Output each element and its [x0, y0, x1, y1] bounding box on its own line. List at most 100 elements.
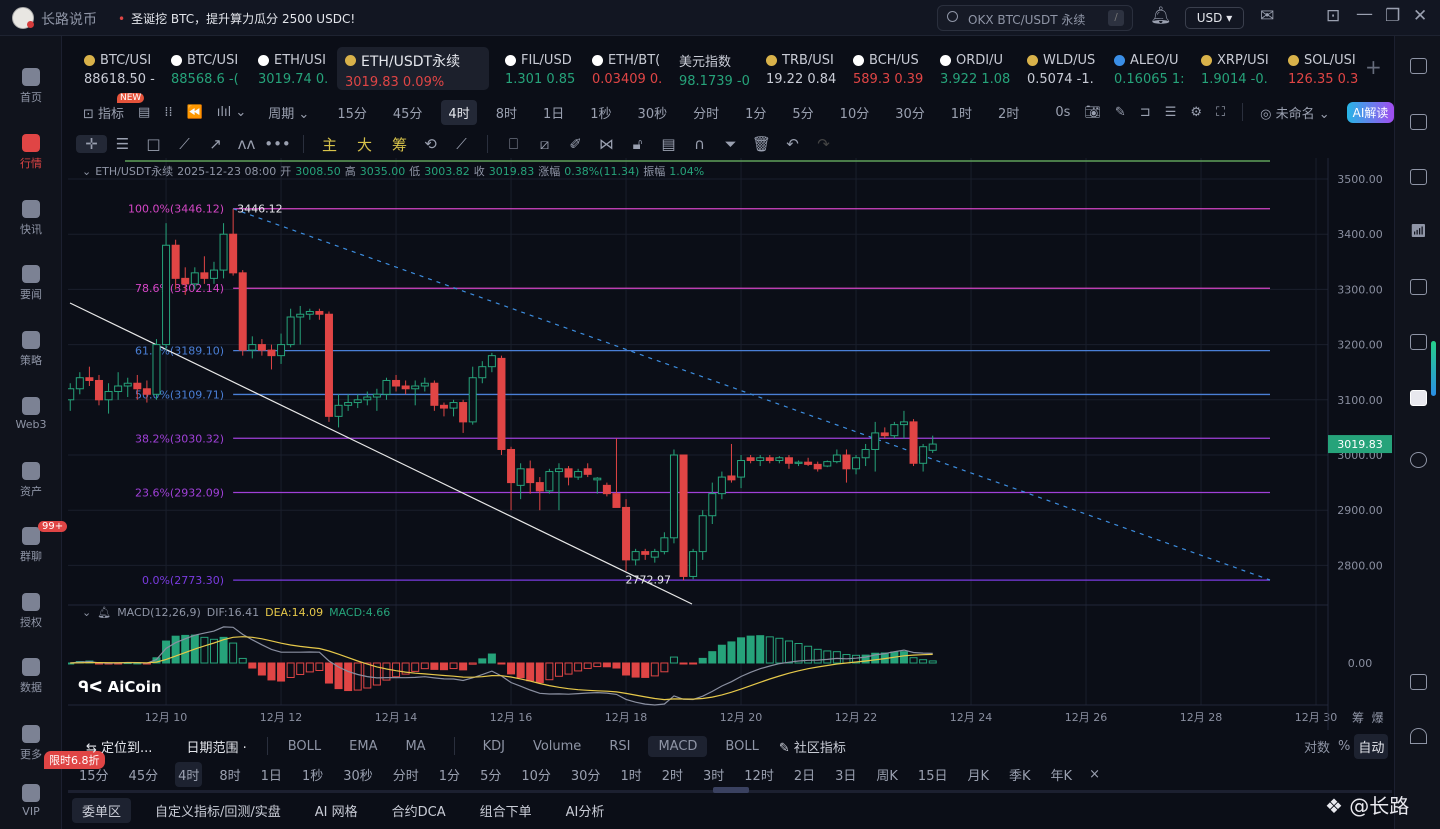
bottom-timeframe-2日[interactable]: 2日 — [791, 762, 818, 787]
auto-scale-toggle[interactable]: 自动 — [1354, 733, 1389, 759]
bottom-tab-5[interactable]: AI分析 — [556, 798, 615, 823]
trash-icon[interactable]: 🗑︎ — [746, 135, 777, 153]
main-force-button[interactable]: 主 — [314, 134, 345, 155]
pen-icon[interactable]: ✎ — [1108, 102, 1133, 123]
ruler-icon[interactable]: ⧄ — [529, 135, 560, 153]
timeframe-5分[interactable]: 5分 — [785, 100, 820, 125]
timeframe-1时[interactable]: 1时 — [944, 100, 979, 125]
lock-icon[interactable]: 🔓︎ — [622, 135, 653, 153]
layout-name-dropdown[interactable]: ◎ 未命名 ⌄ — [1253, 100, 1337, 125]
pattern-icon[interactable]: ⋈ — [591, 135, 622, 153]
bottom-timeframe-4时[interactable]: 4时 — [175, 761, 203, 787]
fullscreen-icon[interactable]: ⛶ — [1209, 102, 1232, 123]
sidebar-item-7[interactable]: 群聊 99+ — [0, 521, 68, 564]
bottom-timeframe-1秒[interactable]: 1秒 — [299, 762, 326, 787]
mail-icon[interactable]: ✉ — [1260, 6, 1274, 26]
growth-chart-icon[interactable]: 📶︎ — [1410, 224, 1427, 240]
chart-type-icon[interactable]: ılıl ⌄ — [210, 102, 253, 123]
timeframe-10分[interactable]: 10分 — [833, 100, 877, 125]
bottom-tab-3[interactable]: 合约DCA — [382, 798, 456, 823]
bottom-timeframe-8时[interactable]: 8时 — [216, 762, 243, 787]
indicator-tab-boll[interactable]: BOLL — [715, 736, 768, 757]
panel-layout-icon[interactable] — [1410, 674, 1427, 690]
swap-icon[interactable] — [1410, 452, 1427, 468]
close-icon[interactable]: ✕ — [1413, 6, 1427, 26]
macd-collapse-icon[interactable]: ⌄ — [82, 606, 91, 619]
bottom-timeframe-1日[interactable]: 1日 — [258, 762, 285, 787]
timeframe-30分[interactable]: 30分 — [888, 100, 932, 125]
notes-icon[interactable] — [1410, 114, 1427, 130]
timeframe-1秒[interactable]: 1秒 — [583, 100, 618, 125]
more-tools-icon[interactable]: ••• — [262, 135, 293, 153]
settings-icon[interactable]: ⚙ — [1183, 102, 1209, 123]
sidebar-item-8[interactable]: 授权 — [0, 593, 62, 630]
sidebar-item-2[interactable]: 快讯 — [0, 200, 62, 237]
ticker-item[interactable]: SOL/USI 126.35 0.3 — [1280, 49, 1367, 87]
grid-icon[interactable]: ⁞⁞ — [157, 102, 179, 123]
bottom-tab-4[interactable]: 组合下单 — [470, 798, 542, 823]
indicator-tab-macd[interactable]: MACD — [648, 735, 708, 757]
indicator-tab-boll[interactable]: BOLL — [278, 736, 331, 757]
indicator-tab-ma[interactable]: MA — [395, 736, 435, 757]
bottom-timeframe-45分[interactable]: 45分 — [126, 762, 162, 787]
sync-drawing-icon[interactable]: ⟲ — [415, 135, 446, 153]
bottom-timeframe-1分[interactable]: 1分 — [436, 762, 463, 787]
locate-button[interactable]: ⇆ 定位到... — [76, 734, 162, 759]
bottom-timeframe-周K[interactable]: 周K — [873, 762, 901, 787]
headset-icon[interactable] — [1410, 728, 1427, 744]
bottom-timeframe-3时[interactable]: 3时 — [700, 762, 727, 787]
camera-icon[interactable]: 📷︎ — [1077, 102, 1108, 123]
sidebar-item-5[interactable]: Web3 — [0, 397, 62, 431]
chips-button[interactable]: 筹 — [384, 134, 415, 155]
candlestick-chart[interactable]: 3500.003400.003300.003200.003100.003000.… — [68, 158, 1392, 730]
bottom-tab-0[interactable]: 委单区 — [72, 797, 132, 823]
timeframe-45分[interactable]: 45分 — [386, 100, 430, 125]
bottom-tab-2[interactable]: AI 网格 — [305, 798, 368, 823]
watchlist-icon[interactable] — [1410, 58, 1427, 74]
ticker-item[interactable]: ETH/BT(0.03409 0. — [584, 49, 671, 87]
bottom-timeframe-1时[interactable]: 1时 — [617, 762, 644, 787]
dollar-doc-icon[interactable] — [1410, 169, 1427, 185]
sidebar-item-6[interactable]: 资产 — [0, 462, 62, 499]
filter-icon[interactable]: ⏷ — [715, 135, 746, 153]
ticker-item[interactable]: XRP/USI 1.9014 -0. — [1193, 49, 1280, 87]
bottom-timeframe-5分[interactable]: 5分 — [477, 762, 504, 787]
scrollbar[interactable] — [1431, 341, 1436, 396]
indicator-tab-rsi[interactable]: RSI — [599, 736, 640, 757]
crosshair-icon[interactable]: ✛ — [76, 135, 107, 153]
wave-icon[interactable]: ʌʌ — [231, 135, 262, 153]
sidebar-item-11[interactable]: VIP — [0, 784, 62, 818]
undo-icon[interactable]: ↶ — [777, 135, 808, 153]
magnet-icon[interactable]: ∩ — [684, 135, 715, 153]
rectangle-icon[interactable]: □ — [138, 135, 169, 153]
bell-icon[interactable]: 🔔︎ — [1150, 6, 1172, 26]
bottom-tab-1[interactable]: 自定义指标/回测/实盘 — [145, 798, 291, 823]
ticker-item[interactable]: ETH/USDT永续 3019.83 0.09% — [337, 46, 489, 90]
ticker-item[interactable]: ALEO/U 0.16065 1: — [1106, 49, 1193, 87]
date-range-dropdown[interactable]: 日期范围 · — [176, 734, 256, 759]
ticker-item[interactable]: WLD/US 0.5074 -1. — [1019, 49, 1106, 87]
horizontal-lines-icon[interactable]: ☰ — [107, 135, 138, 153]
timeframe-30秒[interactable]: 30秒 — [631, 100, 675, 125]
currency-select[interactable]: USD ▾ — [1185, 7, 1244, 29]
announcement-link[interactable]: 圣诞挖 BTC，提升算力瓜分 2500 USDC! — [118, 10, 355, 27]
bottom-timeframe-3日[interactable]: 3日 — [832, 762, 859, 787]
sidebar-item-4[interactable]: 策略 — [0, 331, 62, 368]
measure-icon[interactable]: ⟋ — [446, 135, 477, 153]
bottom-timeframe-30秒[interactable]: 30秒 — [340, 762, 376, 787]
ticker-item[interactable]: FIL/USD 1.301 0.85 — [497, 49, 584, 87]
collapse-icon[interactable]: ⌄ — [82, 165, 91, 178]
indicator-tab-volume[interactable]: Volume — [523, 736, 591, 757]
bottom-timeframe-2时[interactable]: 2时 — [659, 762, 686, 787]
bottom-timeframe-10分[interactable]: 10分 — [518, 762, 554, 787]
replay-icon[interactable]: ⏪ — [180, 102, 210, 123]
timeframe-15分[interactable]: 15分 — [330, 100, 374, 125]
monitor-chart-icon[interactable] — [1410, 279, 1427, 295]
timeframe-4时[interactable]: 4时 — [441, 99, 477, 125]
line-segment-icon[interactable]: ⟋ — [169, 135, 200, 153]
timeframe-分时[interactable]: 分时 — [686, 100, 726, 125]
bottom-timeframe-季K[interactable]: 季K — [1006, 762, 1034, 787]
ai-interpret-button[interactable]: AI解读 — [1346, 101, 1395, 123]
timeframe-2时[interactable]: 2时 — [991, 100, 1026, 125]
minimize-icon[interactable]: — — [1356, 4, 1373, 24]
